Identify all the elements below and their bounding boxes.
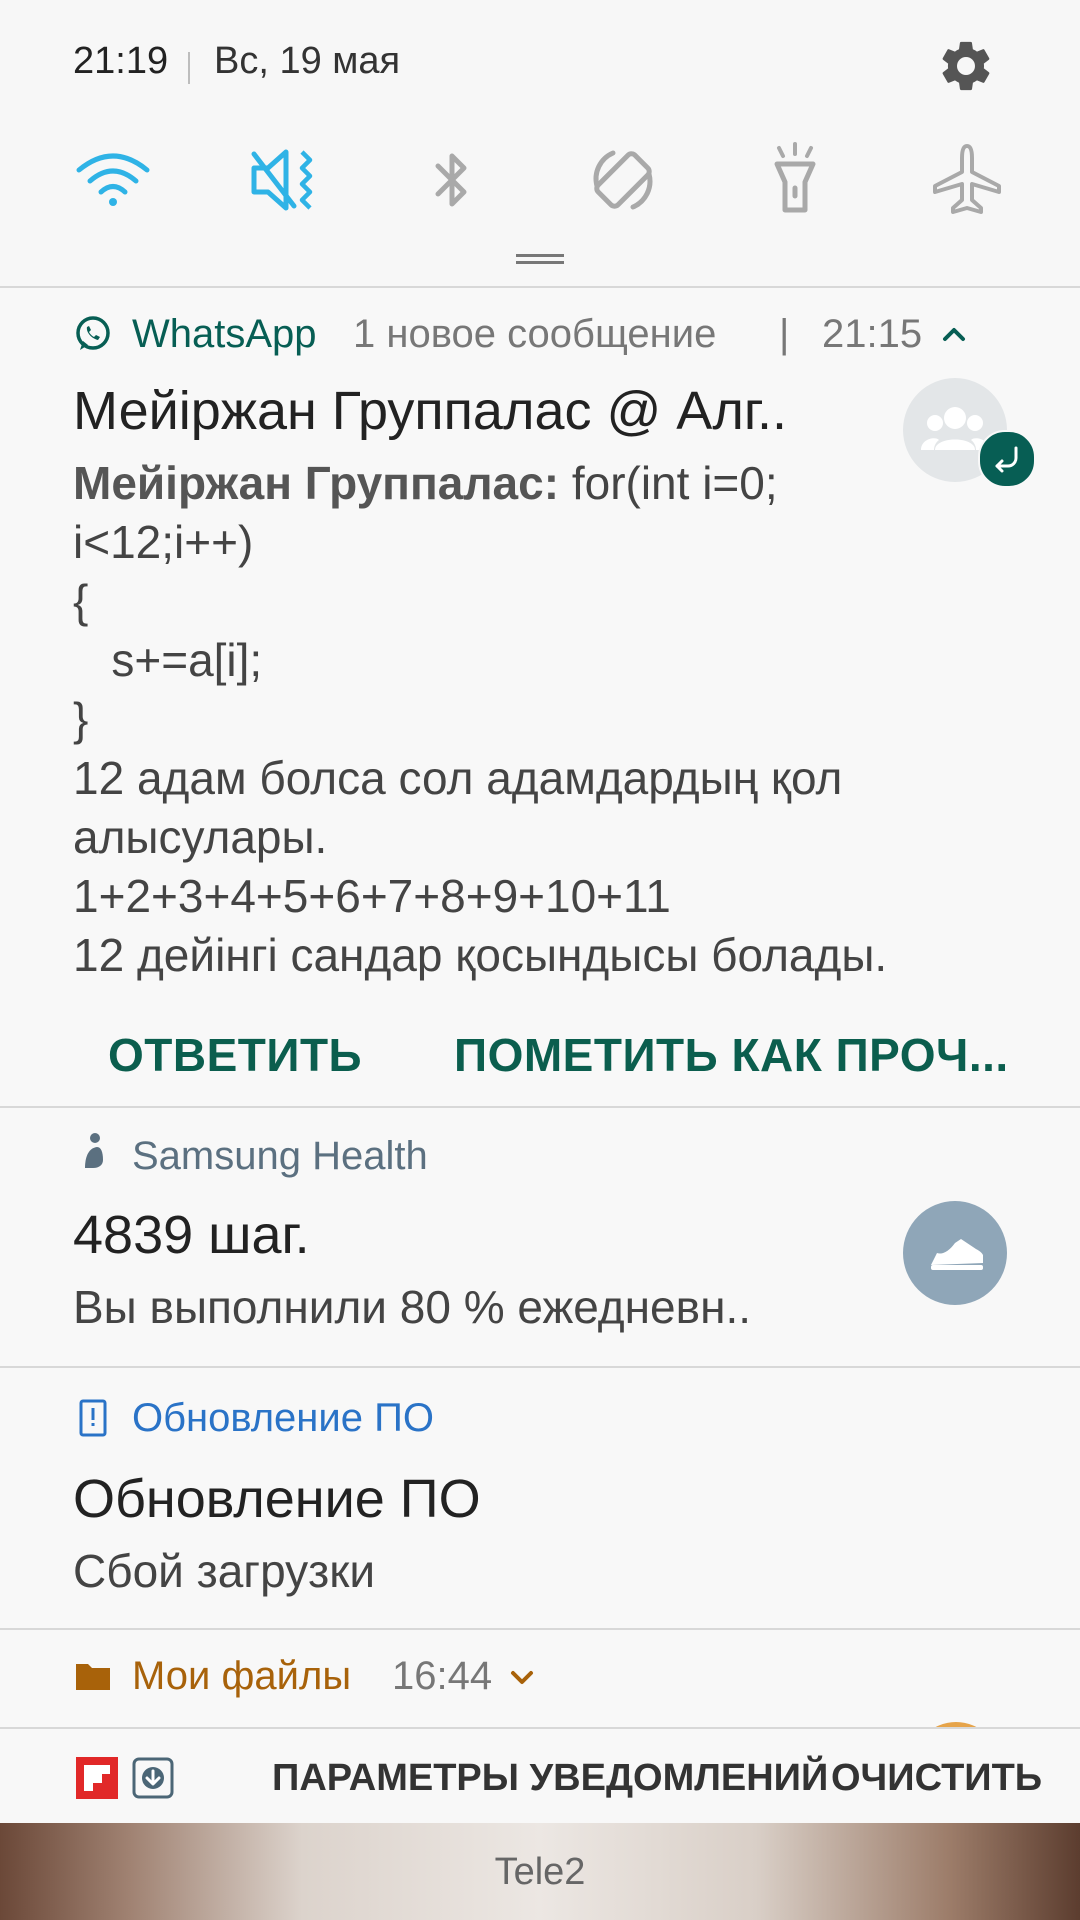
bluetooth-toggle[interactable]: [412, 140, 492, 220]
notification-settings-button[interactable]: ПАРАМЕТРЫ УВЕДОМЛЕНИЙ: [272, 1757, 828, 1800]
step-count: 4839 шаг.: [73, 1205, 310, 1265]
settings-gear-icon[interactable]: [936, 36, 996, 96]
flashlight-toggle[interactable]: [755, 140, 835, 220]
clear-button[interactable]: ОЧИСТИТЬ: [831, 1757, 1042, 1800]
message-line: i<12;i++): [73, 516, 254, 568]
message-line: 1+2+3+4+5+6+7+8+9+10+11: [73, 870, 671, 922]
notification-time: 21:15: [822, 312, 923, 356]
clock: 21:19: [73, 40, 169, 82]
message-line: }: [73, 693, 89, 745]
date: Вс, 19 мая: [214, 40, 401, 82]
mute-vibrate-icon: [251, 149, 313, 211]
bluetooth-icon: [435, 153, 467, 207]
notification-header: 21:19 Вс, 19 мая: [0, 0, 1080, 286]
sound-toggle[interactable]: [244, 140, 324, 220]
flashlight-icon: [774, 142, 816, 213]
update-text: Сбой загрузки: [73, 1545, 376, 1597]
app-name: Обновление ПО: [132, 1396, 434, 1440]
whatsapp-icon: [73, 314, 113, 354]
app-name: WhatsApp: [132, 312, 317, 356]
update-phone-icon: [73, 1398, 113, 1438]
download-icon[interactable]: [132, 1757, 174, 1799]
message-line: {: [73, 575, 89, 627]
walking-figure-icon: [73, 1132, 113, 1172]
wifi-icon: [76, 153, 150, 206]
app-name: Samsung Health: [132, 1134, 428, 1178]
flipboard-icon[interactable]: [76, 1757, 118, 1799]
meta-separator: |: [779, 312, 790, 356]
notification-bottom-bar: ПАРАМЕТРЫ УВЕДОМЛЕНИЙ ОЧИСТИТЬ: [0, 1727, 1080, 1825]
message-line: 12 дейінгі сандар қосындысы болады.: [73, 929, 888, 981]
notification-time: 16:44: [392, 1654, 493, 1698]
update-notification[interactable]: Обновление ПО Обновление ПО Сбой загрузк…: [0, 1368, 1080, 1628]
drag-handle[interactable]: [516, 254, 564, 264]
airplane-icon: [933, 144, 1001, 214]
mark-as-read-button[interactable]: ПОМЕТИТЬ КАК ПРОЧ...: [454, 1028, 1009, 1082]
message-line: 12 адам болса сол адамдардың қол: [73, 752, 843, 804]
collapse-chevron-icon[interactable]: [936, 316, 972, 352]
auto-rotate-icon: [593, 150, 653, 210]
notification-summary: 1 новое сообщение: [353, 312, 717, 356]
health-text: Вы выполнили 80 % ежедневн..: [73, 1281, 752, 1333]
reply-button[interactable]: ОТВЕТИТЬ: [108, 1028, 362, 1082]
separator: [188, 52, 190, 84]
airplane-toggle[interactable]: [927, 140, 1007, 220]
folder-icon: [73, 1656, 113, 1696]
message-line: s+=a[i];: [73, 634, 263, 686]
message-first-line: Мейіржан Группалас: for(int i=0;: [73, 454, 778, 513]
chat-title: Мейіржан Группалас @ Алг..: [73, 381, 787, 441]
quick-reply-badge[interactable]: [978, 430, 1036, 488]
app-name: Мои файлы: [132, 1654, 352, 1698]
reply-arrow-icon: [995, 446, 1018, 473]
expand-chevron-icon[interactable]: [504, 1660, 540, 1696]
message-text: for(int i=0;: [559, 457, 778, 509]
health-avatar: [903, 1201, 1007, 1305]
update-title: Обновление ПО: [73, 1469, 481, 1529]
whatsapp-notification[interactable]: WhatsApp 1 новое сообщение | 21:15 Мейір…: [0, 288, 1080, 1106]
shoe-icon: [931, 1239, 983, 1270]
files-notification[interactable]: Мои файлы 16:44: [0, 1630, 1080, 1727]
message-line: алысулары.: [73, 811, 328, 863]
health-notification[interactable]: Samsung Health 4839 шаг. Вы выполнили 80…: [0, 1108, 1080, 1366]
sender-name: Мейіржан Группалас:: [73, 457, 560, 509]
auto-rotate-toggle[interactable]: [583, 140, 663, 220]
carrier-label: Tele2: [494, 1851, 586, 1893]
wallpaper: Tele2: [0, 1823, 1080, 1920]
wifi-toggle[interactable]: [73, 140, 153, 220]
